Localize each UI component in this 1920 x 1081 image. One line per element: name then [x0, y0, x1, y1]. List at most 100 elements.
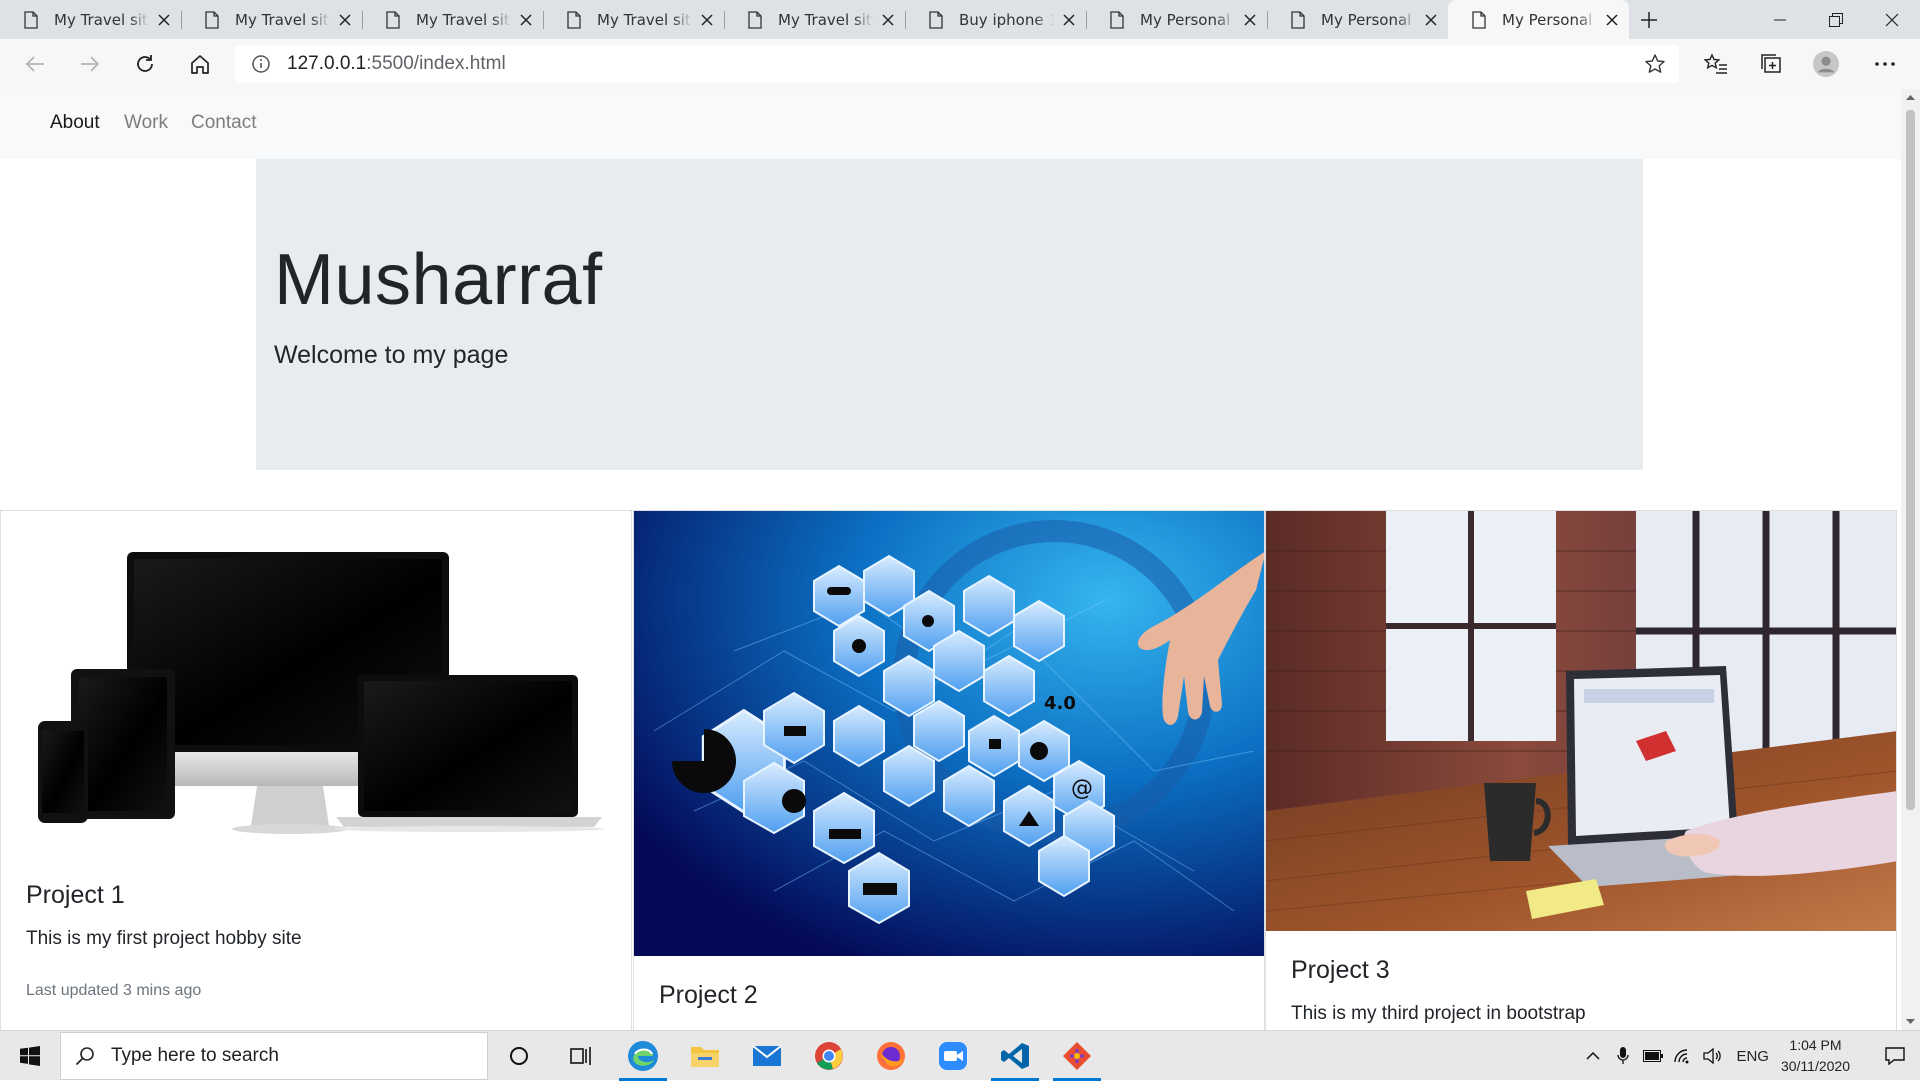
- nav-link-about[interactable]: About: [50, 112, 100, 134]
- window-controls: [1752, 0, 1920, 39]
- tab-title: My Travel site in Bootstrap: [235, 10, 330, 29]
- clock-time: 1:04 PM: [1789, 1037, 1842, 1053]
- close-icon[interactable]: [1605, 13, 1619, 27]
- browser-tab[interactable]: My Travel site in Bootstrap: [362, 0, 543, 39]
- favorite-button[interactable]: [1642, 51, 1668, 77]
- collections-button[interactable]: [1758, 51, 1784, 77]
- tab-title: My Personal Portfolio: [1321, 10, 1416, 29]
- taskbar-app-edge[interactable]: [612, 1031, 674, 1081]
- chrome-icon: [815, 1041, 843, 1070]
- document-icon: [1472, 10, 1486, 29]
- workspace-image: [1266, 511, 1896, 931]
- close-icon[interactable]: [700, 13, 714, 27]
- taskbar-app-vscode[interactable]: [984, 1031, 1046, 1081]
- taskbar-app-zoom[interactable]: [922, 1031, 984, 1081]
- nav-link-work[interactable]: Work: [124, 112, 168, 134]
- search-icon: [75, 1046, 94, 1065]
- nav-link-contact[interactable]: Contact: [191, 112, 256, 134]
- arrow-right-icon: [81, 56, 100, 72]
- card-text: This is my third project in bootstrap: [1291, 1003, 1586, 1024]
- favorites-list-button[interactable]: [1703, 51, 1729, 77]
- system-tray: ENG 1:04 PM 30/11/2020: [1578, 1031, 1920, 1081]
- taskbar-search-box[interactable]: Type here to search: [60, 1031, 488, 1080]
- close-icon[interactable]: [157, 13, 171, 27]
- new-tab-button[interactable]: [1629, 0, 1669, 39]
- hero-jumbotron: Musharraf Welcome to my page: [256, 159, 1643, 470]
- close-icon[interactable]: [881, 13, 895, 27]
- browser-tab[interactable]: My Personal Portfolio: [1267, 0, 1448, 39]
- browser-tab-active[interactable]: My Personal Portfolio: [1448, 0, 1629, 39]
- close-icon[interactable]: [1243, 13, 1257, 27]
- address-bar[interactable]: 127.0.0.1:5500/index.html: [235, 45, 1679, 83]
- url-text: 127.0.0.1:5500/index.html: [287, 53, 506, 75]
- browser-toolbar: 127.0.0.1:5500/index.html: [0, 39, 1920, 90]
- minimize-button[interactable]: [1752, 0, 1808, 39]
- close-icon[interactable]: [338, 13, 352, 27]
- tab-title: My Travel site in Bootstrap: [416, 10, 511, 29]
- home-button[interactable]: [187, 51, 213, 77]
- browser-tab[interactable]: My Travel site in Bootstrap: [0, 0, 181, 39]
- card-text: This is my first project hobby site: [26, 928, 302, 949]
- show-hidden-icons-button[interactable]: [1578, 1031, 1608, 1081]
- browser-tab[interactable]: My Travel site in Bootstrap: [181, 0, 362, 39]
- taskbar-app-mail[interactable]: [736, 1031, 798, 1081]
- browser-tab[interactable]: My Travel site in Bootstrap: [724, 0, 905, 39]
- industry-4-0-image: @ 4.0: [634, 511, 1264, 956]
- profile-button[interactable]: [1813, 51, 1839, 77]
- cortana-icon: [510, 1046, 528, 1065]
- close-icon[interactable]: [1062, 13, 1076, 27]
- wifi-glyph: [1674, 1049, 1689, 1064]
- page-scrollbar[interactable]: [1901, 89, 1920, 1030]
- close-icon[interactable]: [519, 13, 533, 27]
- restore-icon: [1829, 12, 1843, 27]
- project-card-2: @ 4.0 Project 2: [633, 510, 1265, 1030]
- document-icon: [929, 10, 943, 29]
- scroll-up-icon[interactable]: [1906, 94, 1915, 100]
- firefox-icon: [877, 1041, 905, 1070]
- tab-title: My Travel site in Bootstrap: [597, 10, 692, 29]
- scrollbar-thumb[interactable]: [1906, 110, 1915, 810]
- close-window-button[interactable]: [1864, 0, 1920, 39]
- action-center-button[interactable]: [1870, 1031, 1920, 1081]
- git-icon: [1063, 1041, 1091, 1070]
- back-button[interactable]: [22, 51, 48, 77]
- browser-tab[interactable]: My Personal Portfolio: [1086, 0, 1267, 39]
- taskbar-app-firefox[interactable]: [860, 1031, 922, 1081]
- search-placeholder: Type here to search: [111, 1044, 279, 1066]
- start-button[interactable]: [0, 1031, 60, 1081]
- refresh-button[interactable]: [132, 51, 158, 77]
- info-icon: [252, 55, 270, 73]
- document-icon: [205, 10, 219, 29]
- avatar-icon: [1813, 51, 1839, 77]
- cortana-button[interactable]: [488, 1031, 550, 1081]
- taskbar: Type here to search ENG 1:04 PM 30/11/20…: [0, 1030, 1920, 1081]
- battery-icon[interactable]: [1638, 1031, 1668, 1081]
- wifi-icon[interactable]: [1668, 1031, 1698, 1081]
- taskbar-app-chrome[interactable]: [798, 1031, 860, 1081]
- microphone-icon[interactable]: [1608, 1031, 1638, 1081]
- star-icon: [1645, 54, 1665, 73]
- browser-tab[interactable]: Buy iphone 11: [905, 0, 1086, 39]
- edge-icon: [628, 1040, 658, 1071]
- close-icon[interactable]: [1424, 13, 1438, 27]
- taskbar-app-file-explorer[interactable]: [674, 1031, 736, 1081]
- tab-title: My Travel site in Bootstrap: [54, 10, 149, 29]
- task-view-button[interactable]: [550, 1031, 612, 1081]
- forward-button[interactable]: [77, 51, 103, 77]
- card-updated-text: Last updated 3 mins ago: [26, 982, 202, 999]
- hero-subtitle: Welcome to my page: [274, 341, 509, 369]
- volume-icon[interactable]: [1698, 1031, 1728, 1081]
- svg-text:4.0: 4.0: [1044, 693, 1076, 714]
- clock[interactable]: 1:04 PM 30/11/2020: [1781, 1035, 1850, 1077]
- taskbar-app-git[interactable]: [1046, 1031, 1108, 1081]
- refresh-icon: [137, 55, 153, 72]
- restore-button[interactable]: [1808, 0, 1864, 39]
- browser-tab[interactable]: My Travel site in Bootstrap: [543, 0, 724, 39]
- scroll-down-icon[interactable]: [1906, 1019, 1915, 1025]
- language-indicator[interactable]: ENG: [1736, 1048, 1769, 1065]
- industry-illustration: @ 4.0: [634, 511, 1264, 956]
- url-host: 127.0.0.1: [287, 53, 367, 74]
- card-title: Project 3: [1291, 956, 1390, 984]
- folder-icon: [691, 1046, 719, 1067]
- settings-menu-button[interactable]: [1872, 51, 1898, 77]
